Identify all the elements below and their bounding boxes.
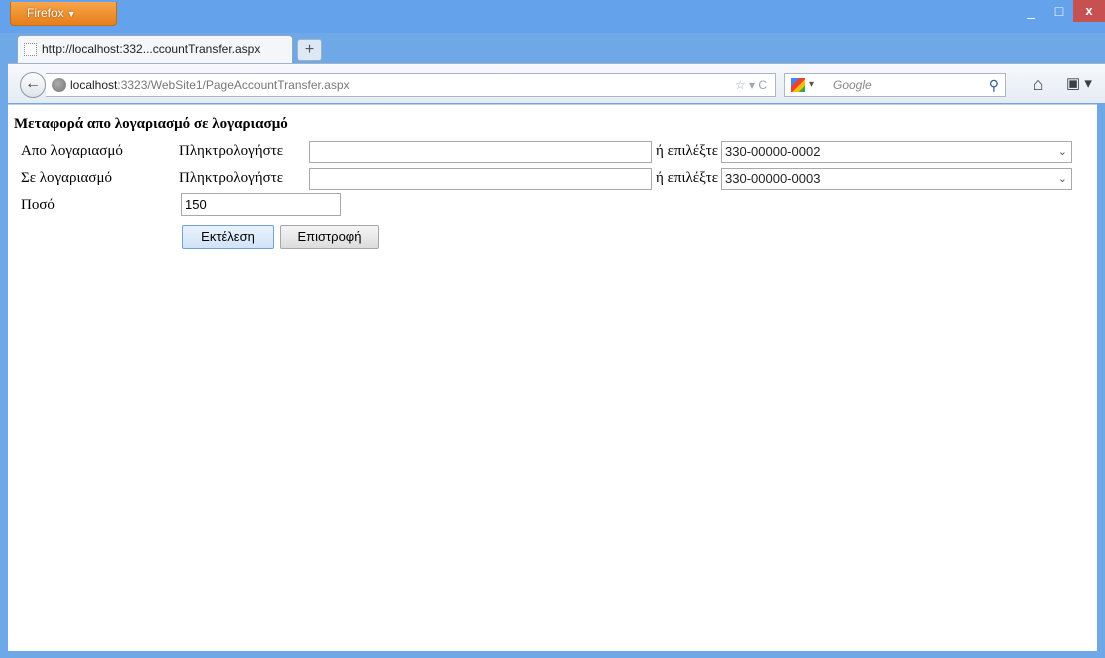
navigation-bar: ← localhost:3323/WebSite1/PageAccountTra… xyxy=(8,63,1105,103)
page-content: Μεταφορά απο λογαριασμό σε λογαριασμό Απ… xyxy=(8,104,1097,651)
from-selected-account: 330-00000-0002 xyxy=(725,144,821,159)
search-bar[interactable]: ▾ Google ⚲ xyxy=(784,73,1006,97)
back-return-button[interactable]: Επιστροφή xyxy=(280,225,379,249)
url-bar-icons: ☆ ▾ C xyxy=(735,74,767,96)
reload-icon[interactable]: C xyxy=(758,78,767,92)
chevron-down-icon: ⌄ xyxy=(1057,173,1067,185)
new-tab-button[interactable]: + xyxy=(297,39,322,61)
url-host: localhost xyxy=(70,78,118,92)
to-account-label: Σε λογαριασμό xyxy=(21,170,113,186)
firefox-menu-button[interactable]: Firefox ▼ xyxy=(10,2,117,26)
title-bar: Firefox ▼ _ □ x xyxy=(0,0,1105,33)
search-placeholder: Google xyxy=(833,78,872,92)
maximize-button[interactable]: □ xyxy=(1045,0,1073,22)
from-account-input[interactable] xyxy=(309,141,652,163)
chevron-down-icon: ▼ xyxy=(66,9,76,19)
to-selected-account: 330-00000-0003 xyxy=(725,171,821,186)
globe-icon xyxy=(52,78,66,92)
bookmark-star-icon[interactable]: ☆ xyxy=(735,78,746,92)
from-account-label: Απο λογαριασμό xyxy=(21,143,123,159)
history-dropdown-icon[interactable]: ▾ xyxy=(749,78,755,92)
back-button[interactable]: ← xyxy=(20,72,46,98)
search-engine-dropdown-icon[interactable]: ▾ xyxy=(809,74,814,96)
minimize-button[interactable]: _ xyxy=(1017,0,1045,22)
search-icon[interactable]: ⚲ xyxy=(989,74,999,96)
home-icon[interactable]: ⌂ xyxy=(1027,73,1049,95)
close-button[interactable]: x xyxy=(1073,0,1105,22)
from-account-select[interactable]: 330-00000-0002 ⌄ xyxy=(721,141,1072,163)
back-arrow-icon: ← xyxy=(25,75,41,92)
tab-page-account-transfer[interactable]: http://localhost:332...ccountTransfer.as… xyxy=(17,35,293,64)
to-account-input[interactable] xyxy=(309,168,652,190)
url-bar[interactable]: localhost:3323/WebSite1/PageAccountTrans… xyxy=(46,73,776,97)
to-account-select[interactable]: 330-00000-0003 ⌄ xyxy=(721,168,1072,190)
to-or-select-label: ή επιλέξτε xyxy=(656,170,719,186)
firefox-menu-label: Firefox xyxy=(27,6,64,20)
tab-title: http://localhost:332...ccountTransfer.as… xyxy=(42,42,261,56)
google-icon xyxy=(791,78,805,92)
page-icon xyxy=(24,43,37,56)
from-type-label: Πληκτρολογήστε xyxy=(179,143,284,159)
chevron-down-icon: ⌄ xyxy=(1057,146,1067,158)
from-or-select-label: ή επιλέξτε xyxy=(656,143,719,159)
page-title: Μεταφορά απο λογαριασμό σε λογαριασμό xyxy=(14,116,288,132)
url-path: :3323/WebSite1/PageAccountTransfer.aspx xyxy=(117,78,350,92)
browser-window: Firefox ▼ _ □ x http://localhost:332...cc… xyxy=(0,0,1105,658)
amount-label: Ποσό xyxy=(21,197,55,213)
execute-button[interactable]: Εκτέλεση xyxy=(182,225,274,249)
amount-input[interactable]: 150 xyxy=(181,193,341,216)
bookmarks-menu-icon[interactable]: ▣ ▾ xyxy=(1066,73,1102,95)
to-type-label: Πληκτρολογήστε xyxy=(179,170,284,186)
